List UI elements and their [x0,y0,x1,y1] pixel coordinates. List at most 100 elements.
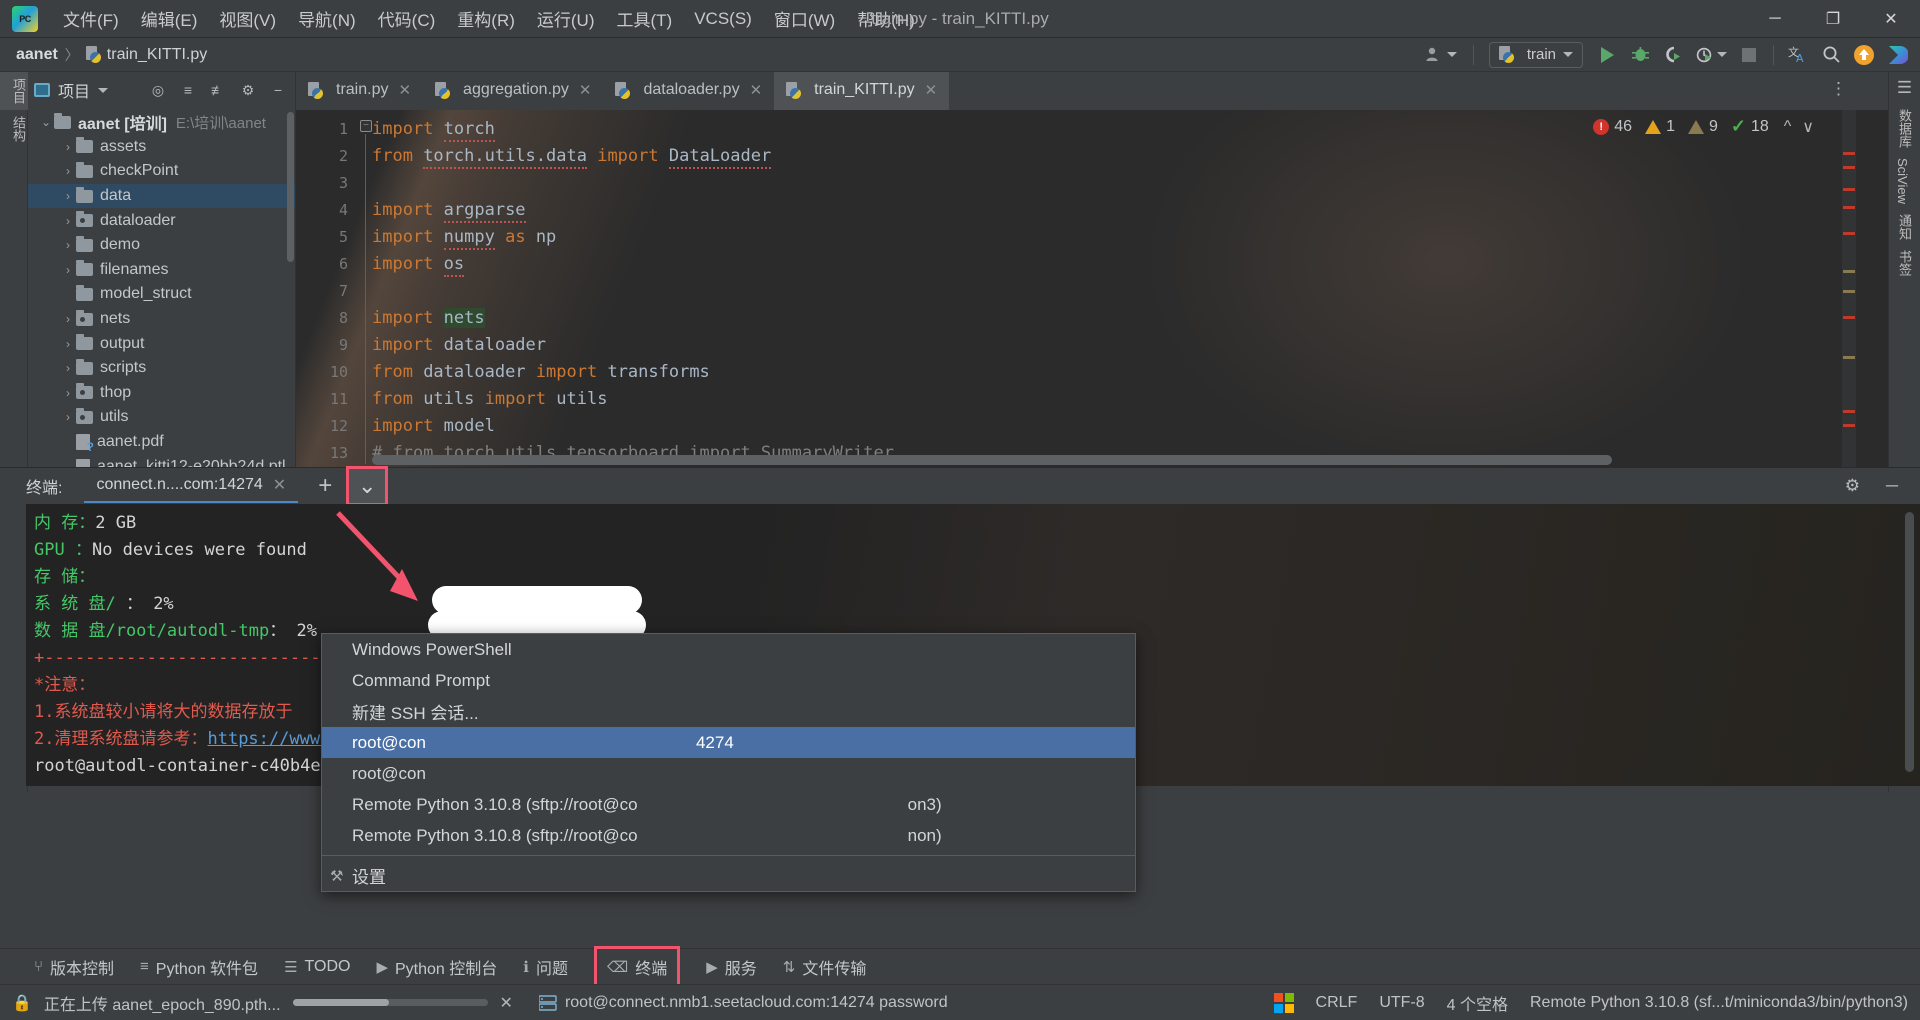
tree-expand-arrow-icon[interactable]: ⌄ [38,115,54,129]
menu-item-9[interactable]: 窗口(W) [763,4,846,33]
menu-item-3[interactable]: 导航(N) [287,4,367,33]
bottom-tab-terminal[interactable]: ⌫ 终端 [593,945,681,988]
close-icon[interactable]: ✕ [925,81,938,99]
code-editor[interactable]: 1 2 3 4 5 6 7 8 9 10 11 12 13 − import torch from tor… [296,110,1888,467]
menu-item-8[interactable]: VCS(S) [683,7,763,31]
tree-expand-arrow-icon[interactable]: › [60,214,76,228]
tree-item-filenames[interactable]: › filenames [28,258,295,283]
project-scrollbar[interactable] [287,112,294,262]
run-button[interactable] [1592,41,1622,69]
bottom-tab-version-control[interactable]: ⑂ 版本控制 [34,955,114,979]
hide-panel-icon[interactable]: − [267,79,289,101]
menu-item-6[interactable]: Remote Python 3.10.8 (sftp://root@co non) [322,820,1135,851]
locate-file-icon[interactable]: ◎ [147,79,169,101]
database-icon[interactable]: ☰ [1897,78,1912,98]
interpreter-status[interactable]: Remote Python 3.10.8 (sf...t/miniconda3/… [1530,994,1908,1012]
code-fold-icon[interactable]: − [360,120,372,132]
next-problem-icon[interactable]: ∨ [1802,117,1814,137]
tree-item-aanetpdf[interactable]: aanet.pdf [28,430,295,455]
tree-item-thop[interactable]: › thop [28,381,295,406]
stop-button[interactable] [1734,41,1764,69]
tree-item-utils[interactable]: › utils [28,405,295,430]
editor-horizontal-scrollbar[interactable] [372,455,1612,465]
gear-icon[interactable]: ⚙ [237,79,259,101]
tree-expand-arrow-icon[interactable]: › [60,312,76,326]
chevron-down-icon[interactable] [98,87,109,93]
tool-window-project[interactable]: 项目 [0,72,28,110]
profile-button[interactable] [1691,41,1731,69]
previous-problem-icon[interactable]: ^ [1784,118,1792,136]
terminal-scrollbar[interactable] [1905,512,1914,772]
close-icon[interactable]: ✕ [398,81,411,99]
line-separator-status[interactable]: CRLF [1316,994,1358,1012]
translate-button[interactable]: 文 A [1783,41,1813,69]
tool-window-notifications[interactable]: 通知 [1895,209,1914,245]
tree-expand-arrow-icon[interactable]: › [60,263,76,277]
minimize-button[interactable]: ─ [1746,0,1804,38]
menu-item-7[interactable]: 工具(T) [606,4,684,33]
menu-item-0[interactable]: Windows PowerShell [322,634,1135,665]
expand-all-icon[interactable]: ≡ [177,79,199,101]
terminal-dropdown-button[interactable]: ⌄ [346,466,389,506]
hide-panel-icon[interactable]: ─ [1886,476,1898,496]
tree-expand-arrow-icon[interactable]: › [60,164,76,178]
search-button[interactable] [1816,41,1846,69]
editor-marker-strip[interactable] [1842,110,1856,467]
tree-item-model_struct[interactable]: model_struct [28,282,295,307]
close-icon[interactable]: ✕ [579,81,592,99]
tool-window-structure[interactable]: 结构 [0,110,28,148]
tree-item-assets[interactable]: › assets [28,135,295,160]
tree-item-nets[interactable]: › nets [28,307,295,332]
menu-item-5[interactable]: Remote Python 3.10.8 (sftp://root@co on3) [322,789,1135,820]
menu-item-5[interactable]: 重构(R) [446,4,526,33]
collapse-all-icon[interactable]: ≢ [207,79,229,101]
menu-item-1[interactable]: Command Prompt [322,665,1135,696]
bottom-tab-problems[interactable]: ℹ 问题 [523,955,568,979]
plugin-button[interactable] [1882,41,1912,69]
tree-item-scripts[interactable]: › scripts [28,356,295,381]
indent-status[interactable]: 4 个空格 [1447,991,1508,1015]
editor-tab-aggregationpy[interactable]: aggregation.py ✕ [423,72,603,110]
bottom-tab-todo[interactable]: ☰ TODO [284,958,350,976]
inspection-status-widget[interactable]: ! 46 1 9 ✓ 18 ^ ∨ [1593,116,1814,137]
tree-item-dataloader[interactable]: › dataloader [28,208,295,233]
bottom-tab-python-packages[interactable]: ≡ Python 软件包 [140,955,258,979]
tree-expand-arrow-icon[interactable]: › [60,189,76,203]
editor-tab-dataloaderpy[interactable]: dataloader.py ✕ [603,72,774,110]
menu-item-2[interactable]: 新建 SSH 会话... [322,696,1135,727]
bottom-tab-python-console[interactable]: ▶ Python 控制台 [376,955,497,979]
tree-expand-arrow-icon[interactable]: › [60,410,76,424]
editor-tab-trainpy[interactable]: train.py ✕ [296,72,423,110]
menu-item-6[interactable]: 运行(U) [526,4,606,33]
debug-button[interactable] [1625,41,1655,69]
tree-item-output[interactable]: › output [28,331,295,356]
close-icon[interactable]: ✕ [750,81,763,99]
editor-tab-train_kittipy[interactable]: train_KITTI.py ✕ [774,72,950,110]
tool-window-database[interactable]: 数据库 [1895,104,1914,153]
menu-item-3[interactable]: root@con 4274 [322,727,1135,758]
tree-expand-arrow-icon[interactable]: › [60,238,76,252]
new-terminal-button[interactable]: + [318,474,332,498]
bottom-tab-services[interactable]: ▶ 服务 [706,955,757,979]
menu-item-4[interactable]: root@con [322,758,1135,789]
breadcrumb-file[interactable]: train_KITTI.py [107,46,207,64]
encoding-status[interactable]: UTF-8 [1379,994,1424,1012]
maximize-button[interactable]: ❐ [1804,0,1862,38]
tool-window-bookmarks[interactable]: 书签 [1895,245,1914,281]
tree-expand-arrow-icon[interactable]: › [60,386,76,400]
gear-icon[interactable]: ⚙ [1845,476,1860,496]
lock-icon[interactable]: 🔒 [12,993,32,1013]
tree-item-checkpoint[interactable]: › checkPoint [28,159,295,184]
user-avatar-icon[interactable] [1420,41,1464,69]
menu-item-4[interactable]: 代码(C) [367,4,447,33]
breadcrumb-project[interactable]: aanet [16,46,58,64]
update-button[interactable] [1849,41,1879,69]
close-button[interactable]: ✕ [1862,0,1920,38]
menu-item-7[interactable]: ⚒ 设置 [322,860,1135,891]
coverage-button[interactable] [1658,41,1688,69]
editor-tabs-more-icon[interactable]: ⋮ [1830,79,1848,99]
tree-expand-arrow-icon[interactable]: › [60,361,76,375]
tree-item-demo[interactable]: › demo [28,233,295,258]
cancel-upload-icon[interactable]: ✕ [500,993,513,1013]
close-icon[interactable]: ✕ [273,475,286,495]
